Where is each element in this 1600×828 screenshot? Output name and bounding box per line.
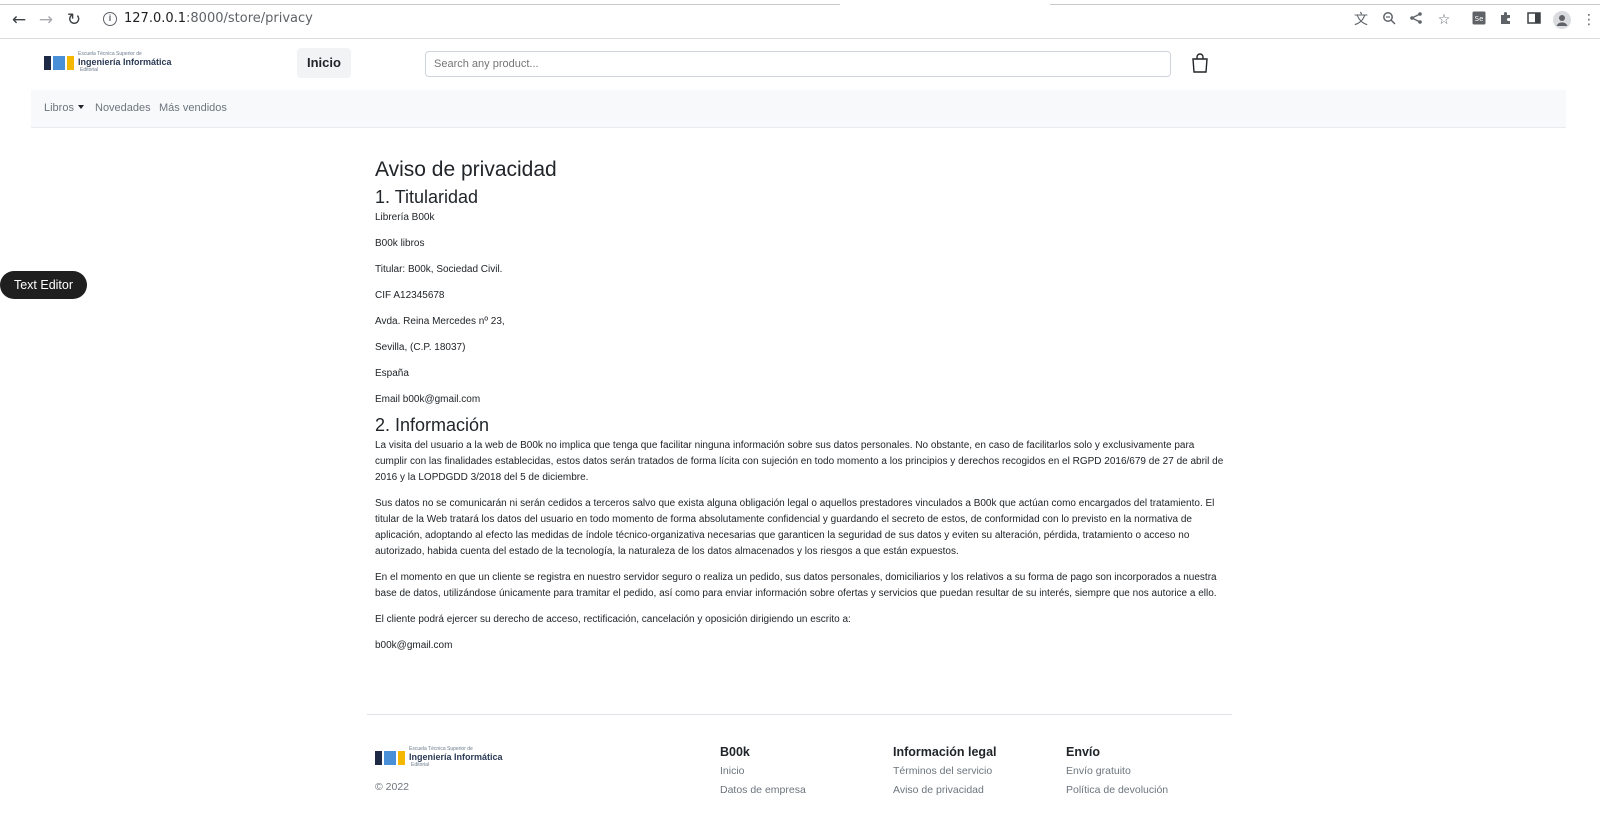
- copyright: © 2022: [375, 781, 410, 793]
- footer-link-inicio[interactable]: Inicio: [720, 765, 806, 777]
- category-navbar: Libros Novedades Más vendidos: [31, 90, 1566, 128]
- shopping-bag-icon[interactable]: [1191, 53, 1209, 73]
- tab-strip-right: [1050, 0, 1600, 5]
- titularidad-list: Librería B00k B00k libros Titular: B00k,…: [375, 210, 1225, 412]
- svg-text:Se: Se: [1475, 15, 1484, 23]
- logo-line2: Ingeniería Informática: [78, 57, 172, 67]
- back-icon[interactable]: ←: [9, 10, 29, 30]
- share-icon[interactable]: [1407, 11, 1425, 29]
- tab-strip-left: [0, 0, 840, 5]
- logo-mark: [375, 750, 405, 765]
- home-button[interactable]: Inicio: [297, 48, 351, 78]
- url-host: 127.0.0.1: [124, 11, 187, 26]
- profile-avatar-icon[interactable]: [1553, 11, 1571, 29]
- translate-icon[interactable]: 文: [1352, 11, 1370, 29]
- forward-icon[interactable]: →: [36, 10, 56, 30]
- bookmark-star-icon[interactable]: ☆: [1435, 11, 1453, 29]
- titularidad-line: B00k libros: [375, 238, 425, 249]
- footer-col-title: Envío: [1066, 745, 1101, 759]
- informacion-paragraph: La visita del usuario a la web de B00k n…: [375, 440, 1224, 483]
- extensions-icon[interactable]: [1497, 11, 1515, 29]
- nav-mas-vendidos[interactable]: Más vendidos: [159, 102, 227, 114]
- contact-email: b00k@gmail.com: [375, 640, 453, 651]
- section-titularidad-title: 1. Titularidad: [375, 187, 479, 207]
- section-informacion-title: 2. Información: [375, 415, 490, 435]
- logo-line3: Editorial: [80, 67, 99, 73]
- side-panel-icon[interactable]: [1525, 11, 1543, 29]
- informacion-paragraph: Sus datos no se comunicarán ni serán ced…: [375, 498, 1215, 557]
- footer-link-datos-empresa[interactable]: Datos de empresa: [720, 784, 806, 796]
- nav-libros-dropdown[interactable]: Libros: [44, 102, 84, 114]
- page-title: Aviso de privacidad: [375, 158, 557, 181]
- footer-col-envio: Envío Envío gratuito Política de devoluc…: [1066, 745, 1168, 803]
- titularidad-line: España: [375, 368, 409, 379]
- logo-mark: [44, 55, 74, 70]
- titularidad-line: Titular: B00k, Sociedad Civil.: [375, 264, 503, 275]
- footer-logo[interactable]: Escuela Técnica Superior de Ingeniería I…: [375, 747, 503, 768]
- logo[interactable]: Escuela Técnica Superior de Ingeniería I…: [44, 52, 172, 73]
- privacy-content: Aviso de privacidad 1. Titularidad Libre…: [375, 156, 1225, 664]
- site-info-icon[interactable]: i: [103, 12, 117, 26]
- caret-down-icon: [77, 105, 84, 109]
- nav-libros-label: Libros: [44, 102, 74, 114]
- browser-toolbar: ← → ↻ i 127.0.0.1:8000/store/privacy 文 ☆…: [0, 0, 1600, 39]
- informacion-paragraph: El cliente podrá ejercer su derecho de a…: [375, 614, 851, 625]
- footer-col-book: B00k Inicio Datos de empresa: [720, 745, 806, 803]
- url-path: :8000/store/privacy: [186, 11, 313, 26]
- footer-col-legal: Información legal Términos del servicio …: [893, 745, 997, 803]
- reload-icon[interactable]: ↻: [64, 10, 84, 30]
- footer-col-title: Información legal: [893, 745, 997, 759]
- address-bar[interactable]: 127.0.0.1:8000/store/privacy: [124, 11, 313, 26]
- site-header: Escuela Técnica Superior de Ingeniería I…: [0, 40, 1600, 90]
- logo-text: Escuela Técnica Superior de Ingeniería I…: [409, 747, 503, 768]
- text-editor-button[interactable]: Text Editor: [0, 271, 87, 299]
- logo-line3: Editorial: [411, 762, 430, 768]
- zoom-icon[interactable]: [1380, 11, 1398, 29]
- footer-link-terminos[interactable]: Términos del servicio: [893, 765, 997, 777]
- chrome-menu-icon[interactable]: ⋮: [1580, 11, 1598, 29]
- footer-link-devolucion[interactable]: Política de devolución: [1066, 784, 1168, 796]
- footer-link-envio-gratuito[interactable]: Envío gratuito: [1066, 765, 1168, 777]
- footer-col-title: B00k: [720, 745, 750, 759]
- footer-link-privacidad[interactable]: Aviso de privacidad: [893, 784, 997, 796]
- logo-text: Escuela Técnica Superior de Ingeniería I…: [78, 52, 172, 73]
- titularidad-line: Avda. Reina Mercedes nº 23,: [375, 316, 505, 327]
- informacion-paragraph: En el momento en que un cliente se regis…: [375, 572, 1217, 599]
- nav-novedades[interactable]: Novedades: [95, 102, 151, 114]
- footer-divider: [367, 714, 1232, 715]
- search-input[interactable]: [425, 51, 1171, 77]
- titularidad-line: Librería B00k: [375, 212, 435, 223]
- logo-line2: Ingeniería Informática: [409, 752, 503, 762]
- titularidad-line: Email b00k@gmail.com: [375, 394, 481, 405]
- titularidad-line: Sevilla, (C.P. 18037): [375, 342, 466, 353]
- selenium-extension-icon[interactable]: Se: [1470, 11, 1488, 29]
- titularidad-line: CIF A12345678: [375, 290, 445, 301]
